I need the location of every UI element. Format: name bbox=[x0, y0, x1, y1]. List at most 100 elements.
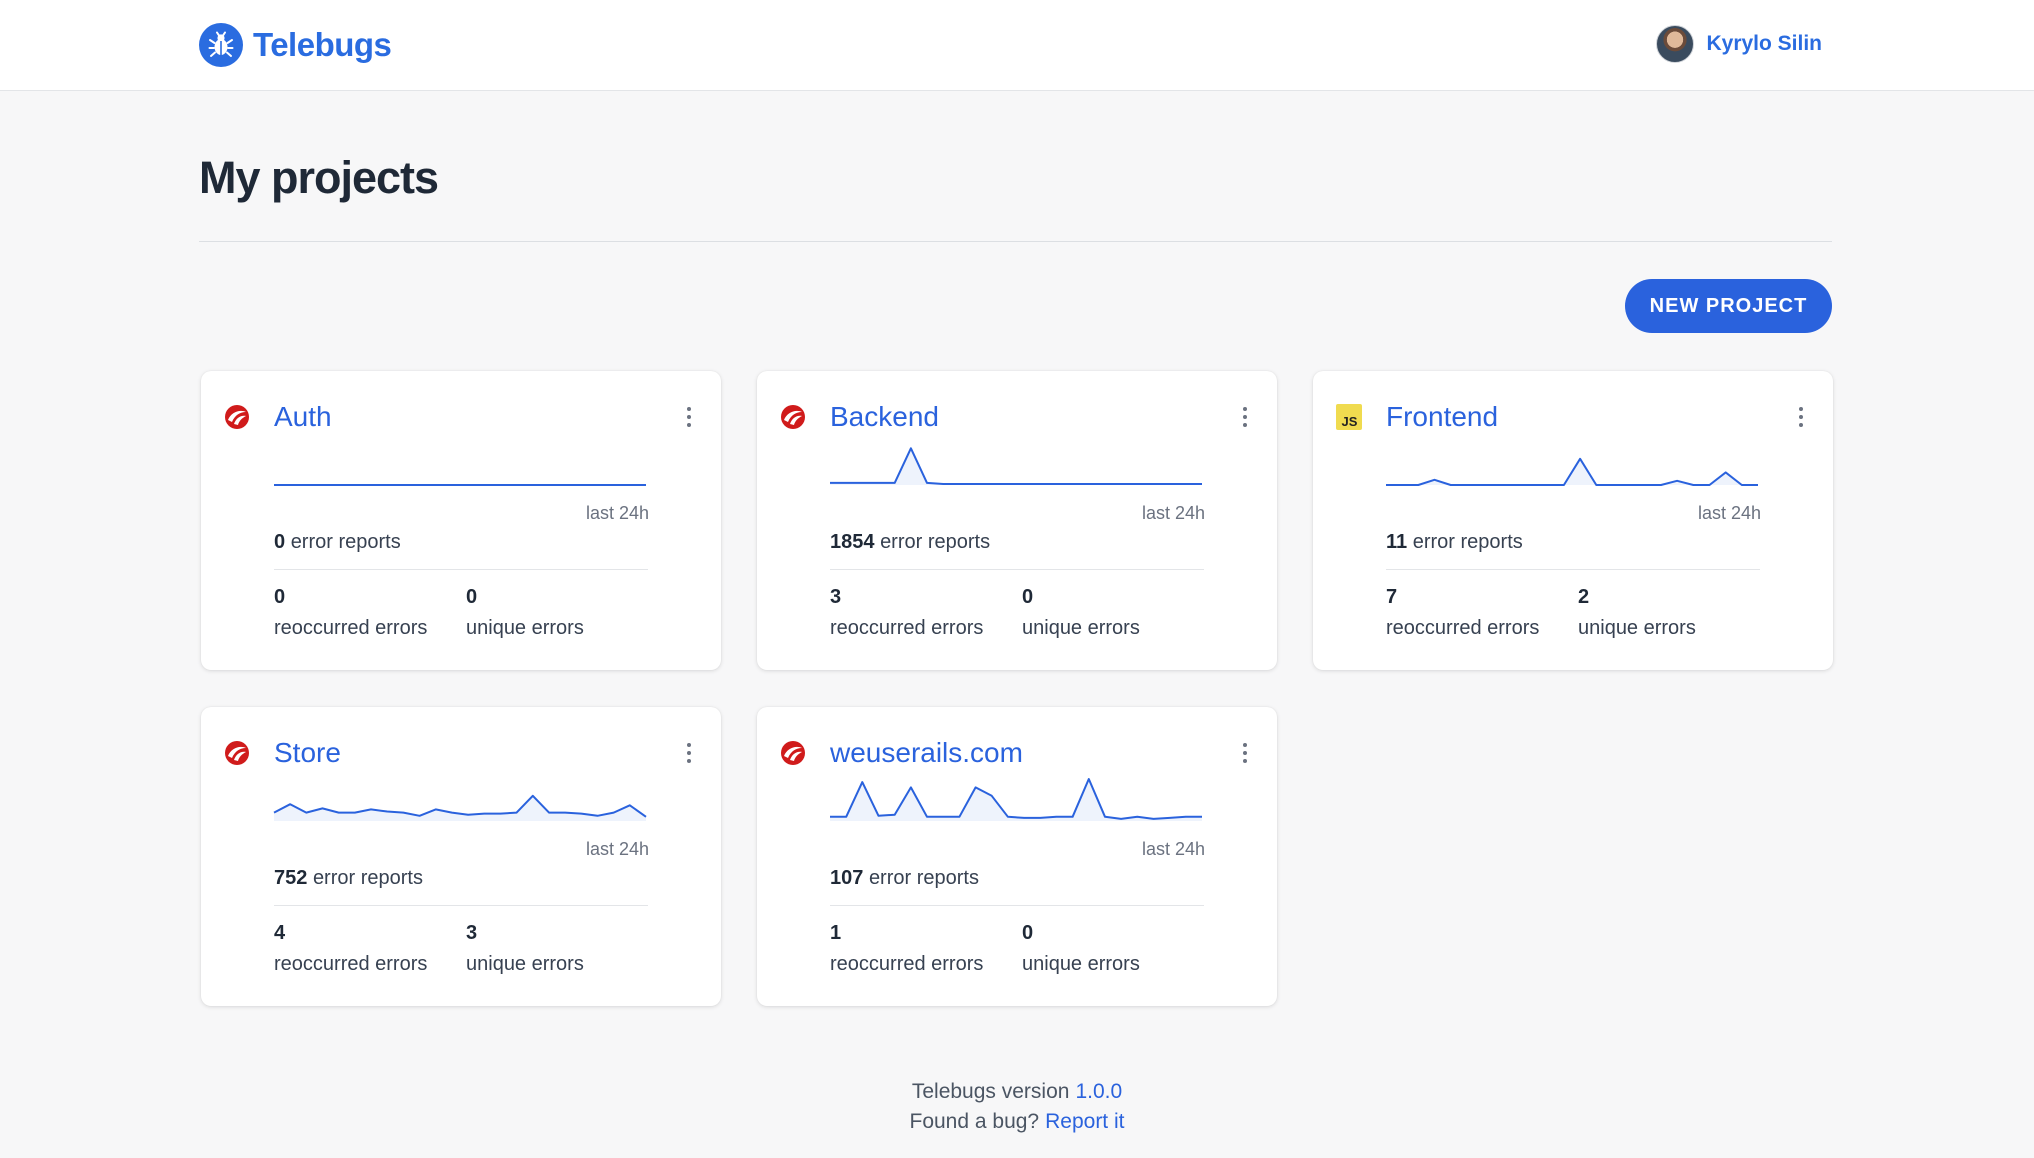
error-reports-label: error reports bbox=[868, 867, 979, 889]
reoccurred-count: 3 bbox=[830, 586, 842, 608]
unique-stat: 2 unique errors bbox=[1578, 586, 1696, 640]
unique-stat: 0 unique errors bbox=[1022, 922, 1140, 976]
error-sparkline bbox=[830, 447, 1202, 485]
error-sparkline bbox=[274, 484, 646, 486]
brand-link[interactable]: Telebugs bbox=[199, 23, 392, 67]
project-card: JS Frontend last 24h 11 error reports 7 reocc… bbox=[1313, 371, 1833, 670]
svg-text:JS: JS bbox=[1342, 414, 1358, 429]
ruby-icon bbox=[223, 403, 251, 431]
period-label: last 24h bbox=[1697, 503, 1761, 523]
unique-count: 0 bbox=[1022, 586, 1034, 608]
reoccurred-count: 0 bbox=[274, 586, 286, 608]
unique-count: 3 bbox=[466, 922, 478, 944]
reoccurred-label: reoccurred errors bbox=[1386, 617, 1540, 639]
reoccurred-label: reoccurred errors bbox=[830, 953, 984, 975]
sparkline-line bbox=[830, 447, 1202, 485]
sparkline-line bbox=[830, 778, 1202, 820]
card-divider bbox=[1386, 569, 1760, 570]
period-label: last 24h bbox=[585, 503, 649, 523]
more-options-icon[interactable] bbox=[1239, 403, 1251, 431]
project-card: weuserails.com last 24h 107 error reports 1… bbox=[757, 707, 1277, 1006]
unique-label: unique errors bbox=[1578, 617, 1696, 639]
more-options-icon[interactable] bbox=[1239, 739, 1251, 767]
card-divider bbox=[830, 569, 1204, 570]
unique-label: unique errors bbox=[1022, 617, 1140, 639]
error-sparkline bbox=[1386, 457, 1758, 486]
reoccurred-label: reoccurred errors bbox=[830, 617, 984, 639]
reoccurred-count: 1 bbox=[830, 922, 842, 944]
error-reports-label: error reports bbox=[290, 531, 401, 553]
error-reports-label: error reports bbox=[1412, 531, 1523, 553]
unique-count: 2 bbox=[1578, 586, 1590, 608]
project-card: Store last 24h 752 error reports 4 reoccurre… bbox=[201, 707, 721, 1006]
reoccurred-stat: 0 reoccurred errors bbox=[274, 586, 427, 640]
unique-label: unique errors bbox=[466, 617, 584, 639]
card-divider bbox=[274, 905, 648, 906]
period-label: last 24h bbox=[1141, 503, 1205, 523]
reoccurred-stat: 7 reoccurred errors bbox=[1386, 586, 1539, 640]
error-reports-label: error reports bbox=[312, 867, 423, 889]
sparkline-area bbox=[274, 795, 646, 821]
card-divider bbox=[274, 569, 648, 570]
page-title: My projects bbox=[199, 152, 439, 203]
bug-label: Found a bug? bbox=[909, 1110, 1040, 1133]
error-reports-label: error reports bbox=[880, 531, 991, 553]
user-menu[interactable]: Kyrylo Silin bbox=[1656, 25, 1822, 63]
footer-report: Found a bug? Report it bbox=[0, 1110, 2034, 1134]
error-reports: 107 error reports bbox=[830, 867, 979, 890]
error-reports-count: 0 bbox=[274, 531, 286, 553]
project-title-link[interactable]: Frontend bbox=[1386, 401, 1498, 433]
period-label: last 24h bbox=[1141, 839, 1205, 859]
reoccurred-label: reoccurred errors bbox=[274, 953, 428, 975]
reoccurred-stat: 1 reoccurred errors bbox=[830, 922, 983, 976]
error-reports-count: 11 bbox=[1386, 531, 1408, 553]
error-reports: 752 error reports bbox=[274, 867, 423, 890]
ruby-icon bbox=[223, 739, 251, 767]
unique-stat: 0 unique errors bbox=[466, 586, 584, 640]
ruby-icon bbox=[779, 739, 807, 767]
reoccurred-stat: 3 reoccurred errors bbox=[830, 586, 983, 640]
version-label: Telebugs version bbox=[911, 1080, 1070, 1103]
report-bug-link[interactable]: Report it bbox=[1045, 1110, 1124, 1133]
footer-version: Telebugs version 1.0.0 bbox=[0, 1080, 2034, 1104]
error-reports: 1854 error reports bbox=[830, 531, 990, 554]
unique-count: 0 bbox=[466, 586, 478, 608]
error-sparkline bbox=[273, 794, 647, 821]
card-divider bbox=[830, 905, 1204, 906]
unique-count: 0 bbox=[1022, 922, 1034, 944]
more-options-icon[interactable] bbox=[1795, 403, 1807, 431]
user-avatar bbox=[1656, 25, 1695, 63]
more-options-icon[interactable] bbox=[683, 739, 695, 767]
error-reports-count: 107 bbox=[830, 867, 864, 889]
reoccurred-count: 4 bbox=[274, 922, 286, 944]
unique-stat: 3 unique errors bbox=[466, 922, 584, 976]
unique-label: unique errors bbox=[1022, 953, 1140, 975]
reoccurred-count: 7 bbox=[1386, 586, 1398, 608]
unique-stat: 0 unique errors bbox=[1022, 586, 1140, 640]
period-label: last 24h bbox=[585, 839, 649, 859]
error-reports-count: 1854 bbox=[830, 531, 875, 553]
reoccurred-label: reoccurred errors bbox=[274, 617, 428, 639]
error-reports: 0 error reports bbox=[274, 531, 401, 554]
user-name: Kyrylo Silin bbox=[1706, 32, 1822, 55]
project-card: Backend last 24h 1854 error reports 3 reoccu… bbox=[757, 371, 1277, 670]
unique-label: unique errors bbox=[466, 953, 584, 975]
new-project-button[interactable]: NEW PROJECT bbox=[1625, 279, 1832, 333]
project-title-link[interactable]: Backend bbox=[830, 401, 939, 433]
error-reports: 11 error reports bbox=[1386, 531, 1523, 554]
project-title-link[interactable]: Auth bbox=[274, 401, 332, 433]
js-icon: JS bbox=[1335, 403, 1363, 431]
reoccurred-stat: 4 reoccurred errors bbox=[274, 922, 427, 976]
version-link[interactable]: 1.0.0 bbox=[1075, 1080, 1122, 1103]
sparkline-area bbox=[830, 448, 1202, 485]
project-title-link[interactable]: weuserails.com bbox=[830, 737, 1023, 769]
top-bar: Telebugs Kyrylo Silin bbox=[0, 0, 2034, 91]
title-divider bbox=[199, 241, 1832, 242]
error-sparkline bbox=[830, 778, 1202, 821]
project-title-link[interactable]: Store bbox=[274, 737, 341, 769]
error-reports-count: 752 bbox=[274, 867, 308, 889]
more-options-icon[interactable] bbox=[683, 403, 695, 431]
bug-logo-icon bbox=[199, 23, 243, 67]
ruby-icon bbox=[779, 403, 807, 431]
brand-name: Telebugs bbox=[253, 26, 392, 63]
